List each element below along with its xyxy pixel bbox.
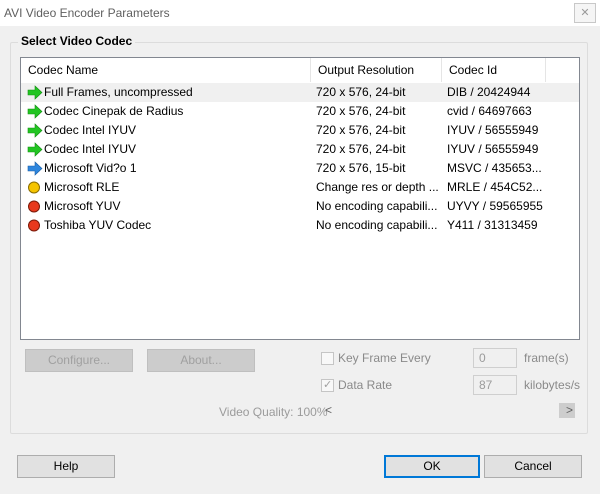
blue-arrow-icon [27,161,43,176]
codec-name: Full Frames, uncompressed [44,85,193,99]
list-item[interactable]: Codec Intel IYUV 720 x 576, 24-bit IYUV / … [21,140,579,159]
title-bar: AVI Video Encoder Parameters ✕ [0,0,600,26]
yellow-circle-icon [27,180,43,195]
codec-name: Microsoft RLE [44,180,120,194]
key-frame-checkbox[interactable] [321,352,334,365]
video-quality-label: Video Quality: 100% [219,405,328,419]
list-header: Codec Name Output Resolution Codec Id [21,58,579,82]
list-item[interactable]: Codec Cinepak de Radius 720 x 576, 24-bit… [21,102,579,121]
window-title: AVI Video Encoder Parameters [4,6,170,20]
codec-id: IYUV / 56555949 [447,142,539,156]
codec-name: Toshiba YUV Codec [44,218,152,232]
data-rate-input[interactable]: 87 [473,375,517,395]
group-title: Select Video Codec [18,34,136,48]
output-resolution: 720 x 576, 24-bit [316,104,406,118]
column-header-codec-id[interactable]: Codec Id [442,58,546,82]
codec-name: Microsoft YUV [44,199,121,213]
slider-right-arrow-icon[interactable]: > [561,402,578,419]
codec-id: MSVC / 435653... [447,161,542,175]
checkmark-icon: ✓ [323,379,333,391]
output-resolution: 720 x 576, 15-bit [316,161,406,175]
key-frame-input[interactable]: 0 [473,348,517,368]
green-arrow-icon [27,85,43,100]
list-item[interactable]: Codec Intel IYUV 720 x 576, 24-bit IYUV / … [21,121,579,140]
output-resolution: 720 x 576, 24-bit [316,123,406,137]
codec-name: Codec Intel IYUV [44,123,137,137]
column-header-output-resolution[interactable]: Output Resolution [311,58,442,82]
data-rate-label: Data Rate [338,378,393,392]
slider-left-arrow-icon[interactable]: < [320,402,337,419]
green-arrow-icon [27,123,43,138]
list-item[interactable]: Microsoft Vid?o 1 720 x 576, 15-bit MSVC /… [21,159,579,178]
data-rate-checkbox[interactable]: ✓ [321,379,334,392]
codec-name: Codec Intel IYUV [44,142,137,156]
key-frame-unit: frame(s) [524,351,569,365]
green-arrow-icon [27,104,43,119]
codec-name: Codec Cinepak de Radius [44,104,184,118]
cancel-button[interactable]: Cancel [484,455,582,478]
red-circle-icon [27,199,43,214]
data-rate-unit: kilobytes/s [524,378,581,392]
codec-list[interactable]: Codec Name Output Resolution Codec Id Fu… [20,57,580,340]
codec-id: IYUV / 56555949 [447,123,539,137]
red-circle-icon [27,218,43,233]
output-resolution: Change res or depth ... [316,180,438,194]
green-arrow-icon [27,142,43,157]
list-item[interactable]: Toshiba YUV Codec No encoding capabili...… [21,216,579,235]
slider-track[interactable] [337,402,575,419]
data-rate-checkbox-row[interactable]: ✓ Data Rate [321,378,461,394]
codec-id: DIB / 20424944 [447,85,531,99]
codec-id: Y411 / 31313459 [447,218,538,232]
codec-id: UYVY / 59565955 [447,199,543,213]
output-resolution: No encoding capabili... [316,199,438,213]
output-resolution: No encoding capabili... [316,218,438,232]
codec-id: cvid / 64697663 [447,104,532,118]
list-item[interactable]: Microsoft YUV No encoding capabili... UYVY… [21,197,579,216]
list-item[interactable]: Microsoft RLE Change res or depth ... MRLE… [21,178,579,197]
video-quality-slider[interactable]: < > [320,402,578,419]
output-resolution: 720 x 576, 24-bit [316,142,406,156]
close-icon: ✕ [580,7,590,19]
codec-name: Microsoft Vid?o 1 [44,161,137,175]
key-frame-label: Key Frame Every [338,351,431,365]
ok-button[interactable]: OK [384,455,480,478]
column-header-codec-name[interactable]: Codec Name [21,58,311,82]
help-button[interactable]: Help [17,455,115,478]
output-resolution: 720 x 576, 24-bit [316,85,406,99]
about-button[interactable]: About... [147,349,255,372]
key-frame-checkbox-row[interactable]: Key Frame Every [321,351,461,367]
close-button[interactable]: ✕ [574,3,596,23]
list-item[interactable]: Full Frames, uncompressed 720 x 576, 24-b… [21,83,579,102]
configure-button[interactable]: Configure... [25,349,133,372]
codec-id: MRLE / 454C52... [447,180,543,194]
